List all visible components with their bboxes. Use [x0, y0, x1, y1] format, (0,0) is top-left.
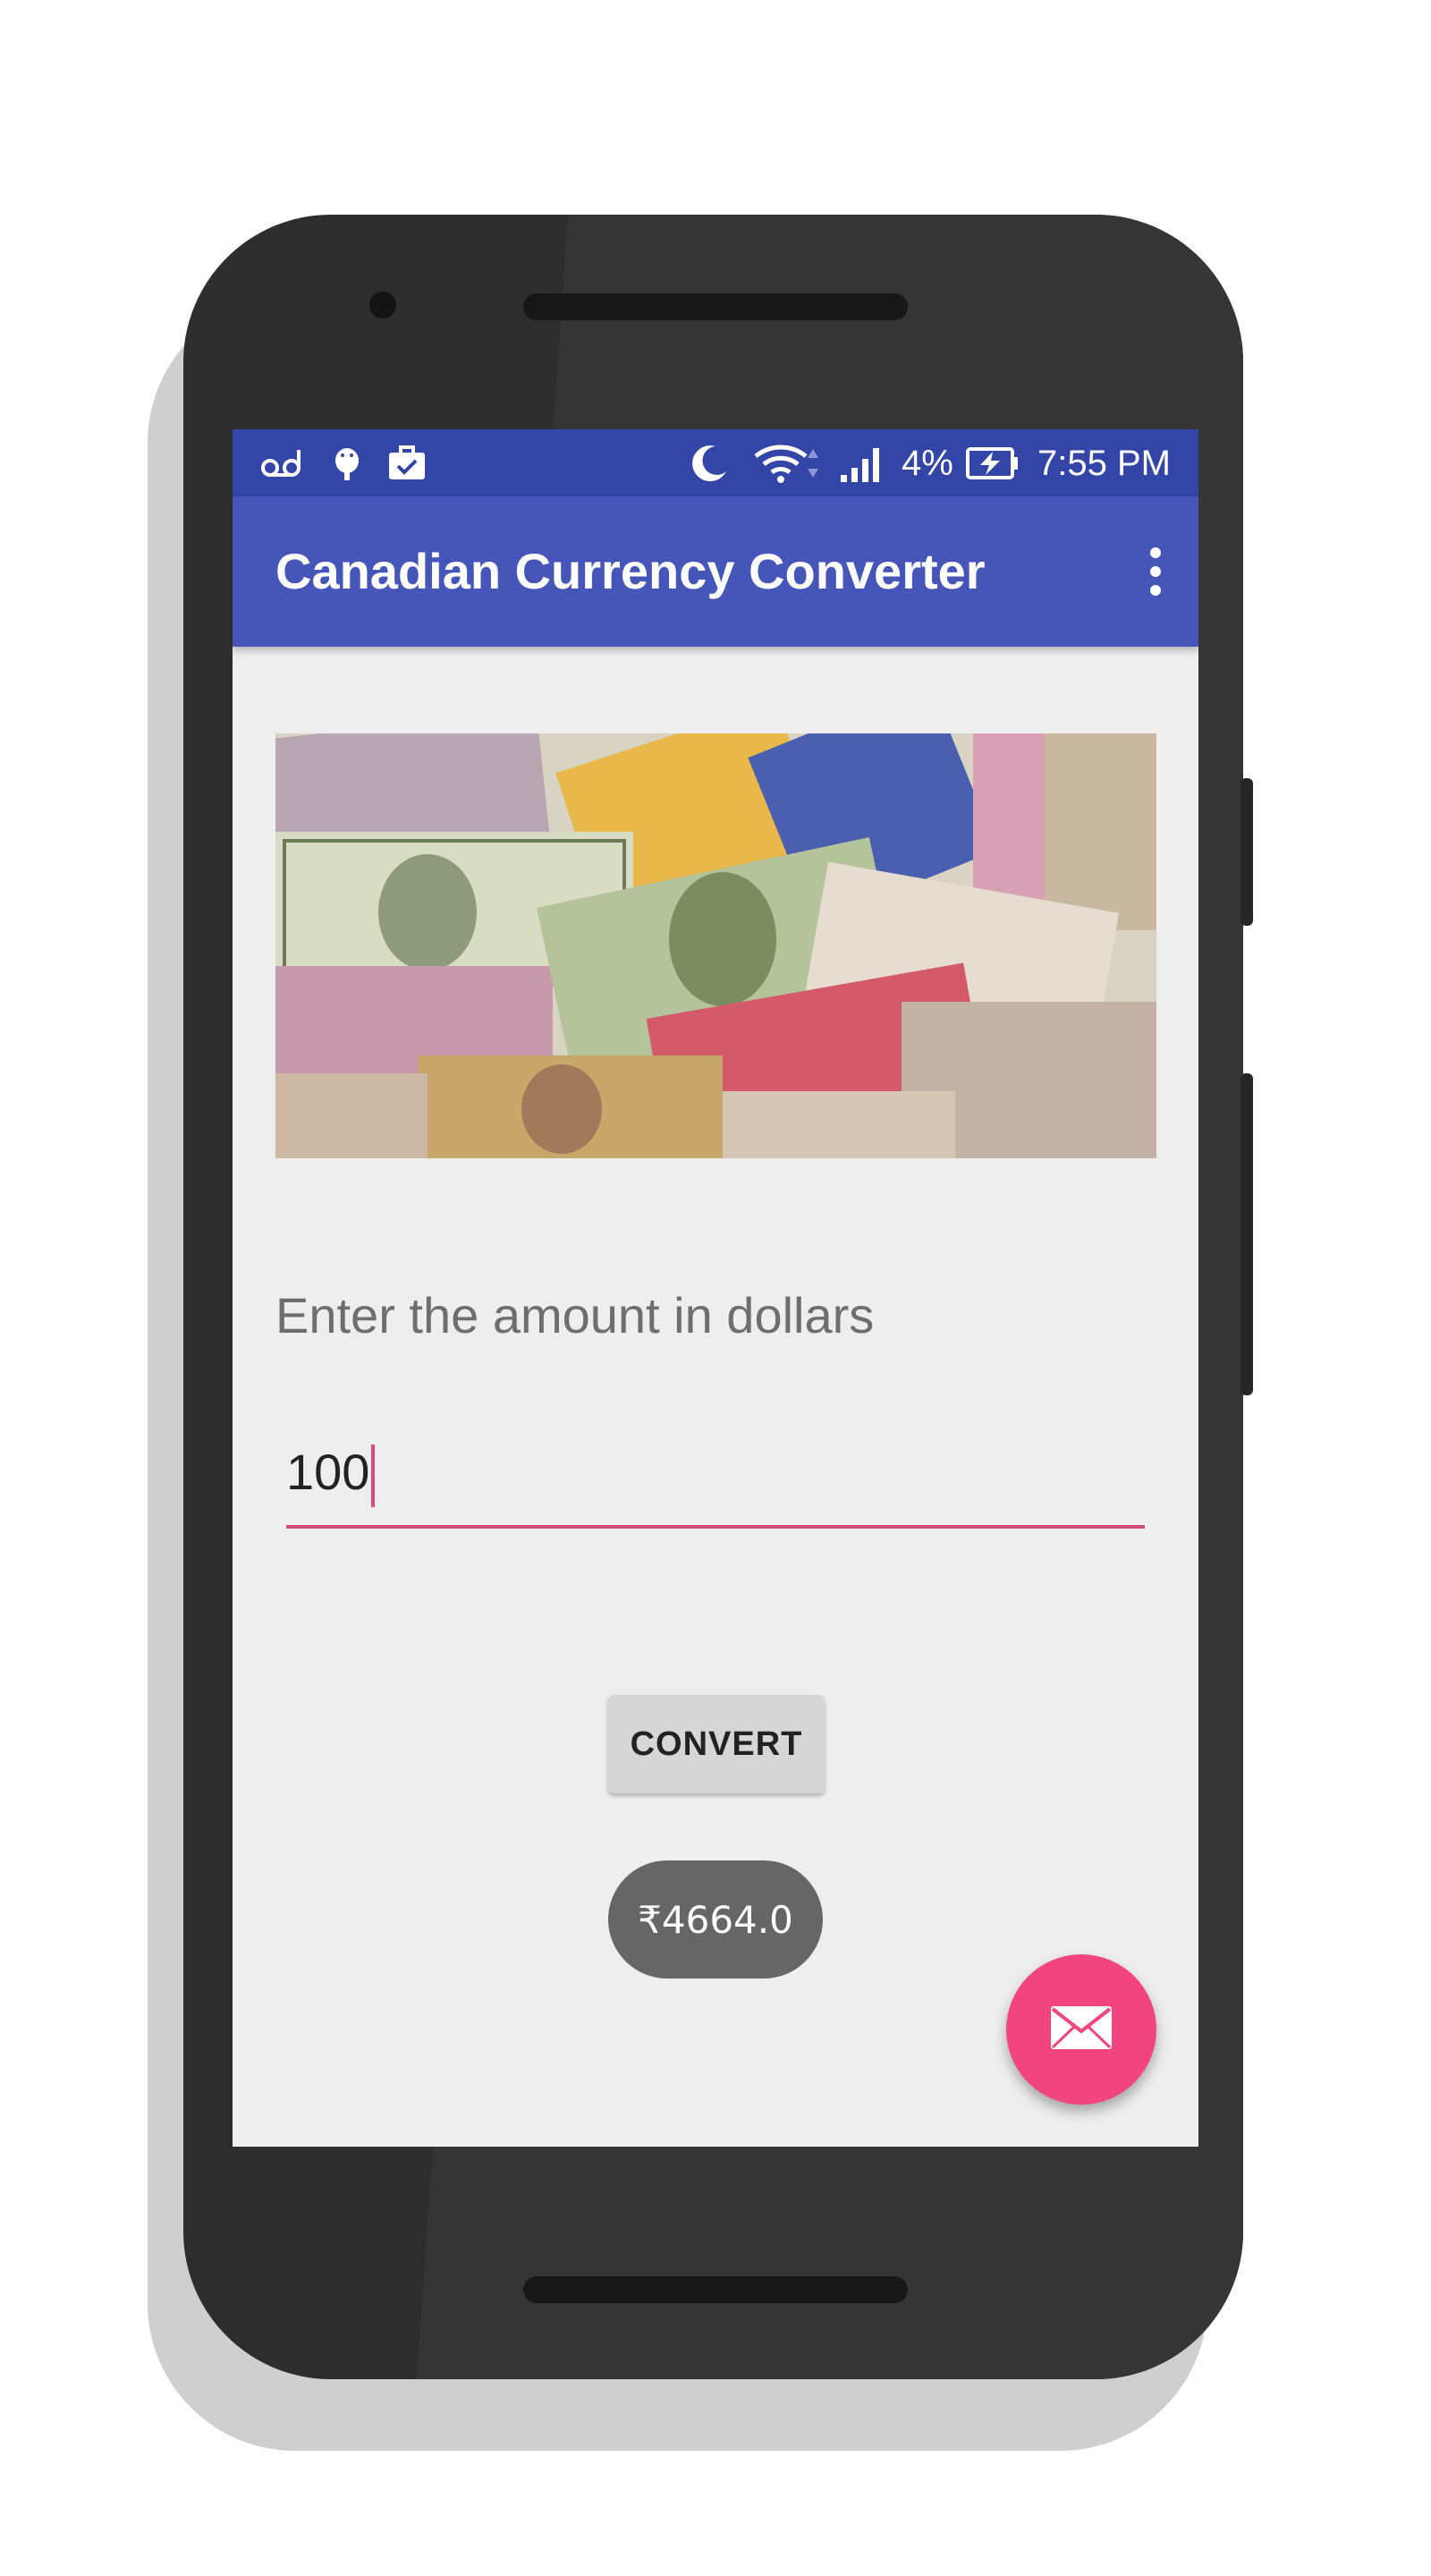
amount-input-value: 100	[286, 1444, 370, 1500]
text-caret	[371, 1445, 376, 1508]
status-bar: 4% 7:55 PM	[233, 429, 1198, 496]
more-vert-icon[interactable]	[1127, 534, 1184, 609]
top-speaker	[523, 293, 908, 320]
moon-icon	[687, 445, 732, 482]
power-button	[1240, 778, 1253, 926]
wifi-icon	[751, 445, 821, 483]
convert-button[interactable]: CONVERT	[608, 1695, 825, 1793]
email-fab[interactable]	[1006, 1954, 1156, 2105]
volume-button	[1240, 1073, 1253, 1395]
app-screen: 4% 7:55 PM Canadian Currency Converter E…	[233, 429, 1198, 2147]
briefcase-check-icon	[386, 445, 428, 482]
amount-prompt-label: Enter the amount in dollars	[275, 1287, 875, 1343]
battery-percent: 4%	[902, 444, 953, 483]
mockup-stage: 4% 7:55 PM Canadian Currency Converter E…	[0, 0, 1431, 2576]
banknotes-banner-image	[275, 733, 1156, 1158]
app-bar: Canadian Currency Converter	[233, 496, 1198, 647]
email-icon	[1049, 2004, 1113, 2055]
app-title: Canadian Currency Converter	[275, 543, 986, 599]
front-camera	[369, 292, 396, 318]
result-toast: ₹4664.0	[608, 1860, 823, 1979]
amount-input[interactable]: 100	[286, 1427, 1145, 1529]
signal-icon	[839, 445, 887, 482]
battery-charging-icon	[966, 445, 1020, 482]
status-time: 7:55 PM	[1037, 444, 1171, 483]
bottom-speaker	[523, 2276, 908, 2303]
voicemail-icon	[259, 445, 304, 482]
android-debug-icon	[329, 445, 365, 482]
